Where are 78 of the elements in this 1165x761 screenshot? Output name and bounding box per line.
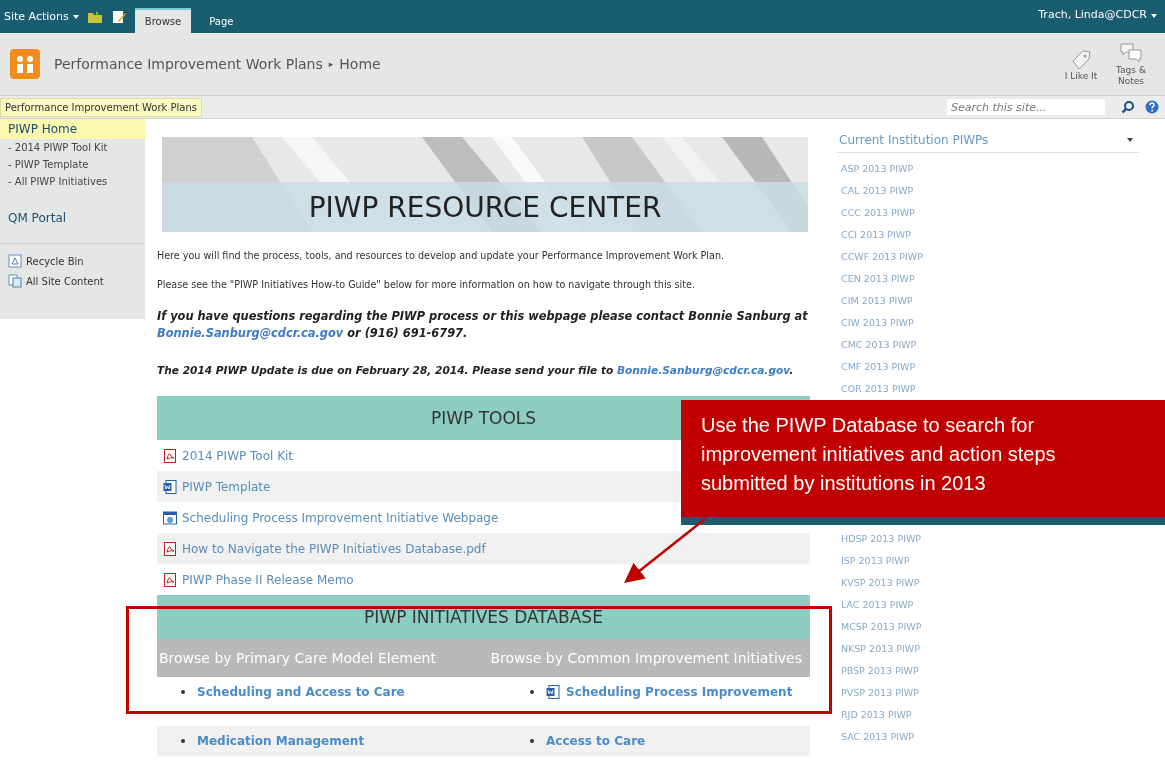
institution-link[interactable]: MCSP 2013 PIWP bbox=[837, 616, 1139, 638]
bullet-icon bbox=[181, 739, 185, 743]
breadcrumb-link[interactable]: Performance Improvement Work Plans bbox=[0, 97, 202, 117]
institution-link[interactable]: CMF 2013 PIWP bbox=[837, 356, 1139, 378]
action-label[interactable]: Tags & Notes bbox=[1109, 65, 1153, 87]
intro-text: Please see the "PIWP Initiatives How-to Guide" below for more information on how to navigate through this site. bbox=[157, 279, 696, 290]
institution-link[interactable]: CCWF 2013 PIWP bbox=[837, 246, 1139, 268]
institution-link[interactable]: SAC 2013 PIWP bbox=[837, 726, 1139, 748]
institution-link[interactable]: RJD 2013 PIWP bbox=[837, 704, 1139, 726]
edit-page-icon[interactable] bbox=[110, 9, 127, 24]
pdf-icon bbox=[163, 541, 177, 556]
breadcrumb-separator: ▸ bbox=[328, 59, 334, 69]
institution-link[interactable]: CAL 2013 PIWP bbox=[837, 180, 1139, 202]
institution-link[interactable]: CIM 2013 PIWP bbox=[837, 290, 1139, 312]
category-link[interactable]: Scheduling and Access to Care bbox=[197, 685, 405, 699]
institution-link[interactable]: PBSP 2013 PIWP bbox=[837, 660, 1139, 682]
institution-link[interactable]: KVSP 2013 PIWP bbox=[837, 572, 1139, 594]
documents-icon[interactable] bbox=[8, 274, 22, 288]
site-title[interactable]: Performance Improvement Work Plans bbox=[54, 56, 323, 72]
user-menu[interactable]: Trach, Linda@CDCR bbox=[1038, 8, 1147, 21]
recycle-bin-icon[interactable] bbox=[8, 254, 22, 268]
page-title: Home bbox=[339, 56, 381, 72]
category-link[interactable]: Access to Care bbox=[546, 734, 646, 748]
dropdown-icon[interactable] bbox=[1127, 138, 1133, 142]
email-link[interactable]: Bonnie.Sanburg@cdcr.ca.gov bbox=[157, 326, 344, 340]
bullet-icon bbox=[530, 739, 534, 743]
help-icon[interactable] bbox=[1145, 100, 1159, 114]
nav-link[interactable]: All Site Content bbox=[26, 275, 104, 287]
institution-link[interactable]: CCC 2013 PIWP bbox=[837, 202, 1139, 224]
callout-text: Use the PIWP Database to search for improvement initiatives and action steps submitted by institutions in 2013 bbox=[681, 400, 1165, 525]
institution-link[interactable]: PVSP 2013 PIWP bbox=[837, 682, 1139, 704]
bullet-icon bbox=[530, 690, 534, 694]
document-link[interactable]: PIWP Phase II Release Memo bbox=[182, 572, 354, 587]
nav-link[interactable]: QM Portal bbox=[0, 208, 145, 228]
document-icon bbox=[546, 685, 560, 699]
category-link[interactable]: Medication Management bbox=[197, 734, 365, 748]
institution-link[interactable]: COR 2013 PIWP bbox=[837, 378, 1139, 400]
intro-text: Here you will find the process, tools, and resources to develop and update your Performance Improvement Work Plan. bbox=[157, 250, 726, 261]
institution-link[interactable]: HDSP 2013 PIWP bbox=[837, 528, 1139, 550]
action-label[interactable]: I Like It bbox=[1064, 70, 1098, 82]
web-part-title: Current Institution PIWPs bbox=[839, 133, 989, 147]
column-header: Browse by Common Improvement Initiatives bbox=[490, 650, 802, 666]
site-actions-menu[interactable]: Site Actions bbox=[4, 10, 69, 23]
document-link[interactable]: Scheduling Process Improvement Initiative Webpage bbox=[182, 510, 499, 525]
search-icon[interactable] bbox=[1121, 100, 1135, 114]
nav-link[interactable]: - All PIWP Initiatives bbox=[0, 173, 145, 190]
pdf-icon bbox=[163, 448, 177, 463]
nav-link[interactable]: - PIWP Template bbox=[0, 156, 145, 173]
institution-link[interactable]: NKSP 2013 PIWP bbox=[837, 638, 1139, 660]
category-link[interactable]: Scheduling Process Improvement bbox=[566, 685, 793, 699]
institution-link[interactable]: CCI 2013 PIWP bbox=[837, 224, 1139, 246]
column-header: Browse by Primary Care Model Element bbox=[159, 650, 436, 666]
caret-icon[interactable] bbox=[72, 14, 79, 19]
site-logo-icon bbox=[10, 49, 40, 79]
section-header: PIWP INITIATIVES DATABASE bbox=[157, 595, 810, 639]
institution-link[interactable]: CIW 2013 PIWP bbox=[837, 312, 1139, 334]
nav-link[interactable]: PIWP Home bbox=[0, 119, 145, 139]
web-page-icon bbox=[163, 510, 177, 525]
pdf-icon bbox=[163, 572, 177, 587]
caret-icon[interactable] bbox=[1151, 14, 1157, 18]
institution-link[interactable]: LAC 2013 PIWP bbox=[837, 594, 1139, 616]
bullet-icon bbox=[181, 690, 185, 694]
ribbon-tab[interactable]: Browse bbox=[134, 8, 192, 33]
due-date-text: The 2014 PIWP Update is due on February 28, 2014. Please send your file to Bonnie.Sanburg@cdcr.ca.gov. bbox=[157, 363, 795, 378]
document-link[interactable]: 2014 PIWP Tool Kit bbox=[182, 448, 294, 463]
nav-link[interactable]: Recycle Bin bbox=[26, 255, 84, 267]
document-link[interactable]: PIWP Template bbox=[182, 479, 271, 494]
ribbon-tab[interactable]: Page bbox=[199, 10, 244, 33]
document-icon bbox=[163, 479, 177, 494]
institution-link[interactable]: ISP 2013 PIWP bbox=[837, 550, 1139, 572]
search-field[interactable]: Search this site... bbox=[947, 99, 1105, 115]
contact-text: If you have questions regarding the PIWP process or this webpage please contact Bonnie Sanburg at Bonnie.Sanburg@cdcr.ca.gov or (916) 691-6797. bbox=[157, 308, 809, 342]
institution-link[interactable]: CMC 2013 PIWP bbox=[837, 334, 1139, 356]
institution-link[interactable]: ASP 2013 PIWP bbox=[837, 158, 1139, 180]
banner-title: PIWP RESOURCE CENTER bbox=[308, 191, 662, 224]
folder-icon[interactable] bbox=[86, 9, 103, 24]
institution-link[interactable]: CEN 2013 PIWP bbox=[837, 268, 1139, 290]
nav-link[interactable]: - 2014 PIWP Tool Kit bbox=[0, 139, 145, 156]
